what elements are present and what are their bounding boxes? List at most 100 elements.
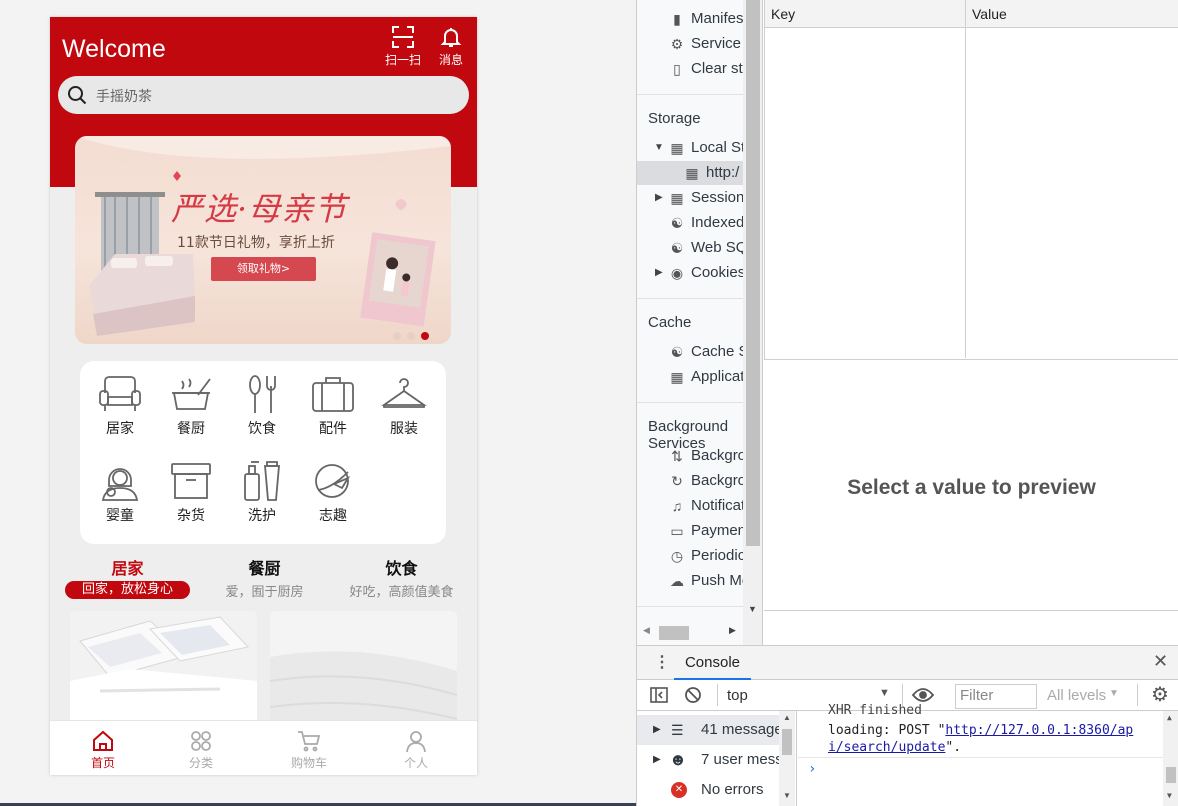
banner-gift-button[interactable]: 领取礼物> [211, 257, 316, 281]
sidebar-item-periodic-sync[interactable]: ◷ Periodic [637, 544, 743, 568]
scrollbar-thumb[interactable] [746, 0, 760, 546]
sidebar-item-local-storage[interactable]: ▼ ▦ Local Storage [637, 136, 743, 160]
tab-food[interactable]: 饮食 好吃，高颜值美食 [339, 555, 464, 600]
tab-home[interactable]: 居家 回家，放松身心 [65, 555, 190, 599]
filter-input[interactable]: Filter [955, 684, 1037, 709]
tabbar-home[interactable]: 首页 [50, 729, 156, 771]
expand-right-icon[interactable]: ▶ [655, 261, 663, 285]
expand-right-icon: ▶ [653, 724, 661, 735]
scroll-up-icon[interactable]: ▲ [783, 713, 791, 722]
scroll-down-icon[interactable]: ▼ [748, 604, 757, 614]
sidebar-item-origin[interactable]: ▦ http:/ [637, 161, 743, 185]
sidebar-item-push-messaging[interactable]: ☁ Push Messaging [637, 569, 743, 593]
log-levels-dropdown[interactable]: All levels [1047, 687, 1106, 704]
category-item[interactable]: 饮食 [227, 373, 297, 438]
sidebar-item-session-storage[interactable]: ▶ ▦ Session [637, 186, 743, 210]
console-scrollbar[interactable]: ▲ ▼ [1163, 711, 1178, 806]
sidebar-item-clear-storage[interactable]: ▯ Clear storage [637, 57, 743, 81]
category-item[interactable]: 居家 [85, 373, 155, 438]
document-icon: ▮ [673, 11, 681, 27]
sidebar-item-background-sync[interactable]: ↻ Background Sync [637, 469, 743, 493]
prompt-chevron-icon[interactable]: › [808, 761, 816, 777]
scrollbar-thumb[interactable] [782, 729, 792, 755]
category-item[interactable]: 餐厨 [156, 373, 226, 438]
sidebar-item-manifest[interactable]: ▮ Manifest [637, 7, 743, 31]
category-item[interactable]: 洗护 [227, 460, 297, 525]
log-suffix: ". [945, 740, 962, 755]
tabbar-profile[interactable]: 个人 [363, 729, 469, 771]
tabbar-category[interactable]: 分类 [148, 729, 254, 771]
sidebar-item-indexeddb[interactable]: ☯ IndexedDB [637, 211, 743, 235]
category-item[interactable]: 志趣 [298, 460, 368, 525]
close-icon[interactable]: ✕ [1153, 651, 1168, 672]
sidebar-item-payment-handler[interactable]: ▭ Payment Handler [637, 519, 743, 543]
table-icon: ▦ [670, 140, 684, 156]
category-item[interactable]: 婴童 [85, 460, 155, 525]
sidebar-item-web-sql[interactable]: ☯ Web SQL [637, 236, 743, 260]
scroll-up-icon[interactable]: ▲ [1167, 713, 1172, 722]
category-label: 配件 [319, 421, 347, 437]
sidebar-item-cookies[interactable]: ▶ ◉ Cookies [637, 261, 743, 285]
promo-banner[interactable]: 严选·母亲节 11款节日礼物，享折上折 领取礼物> [75, 136, 451, 344]
storage-table: Key Value [764, 0, 1178, 360]
sidebar-vertical-scrollbar[interactable]: ▼ [743, 0, 763, 645]
console-output: XHR finished loading: POST "http://127.0… [798, 703, 1178, 806]
sidebar-label: http:/ [706, 164, 740, 181]
scrollbar-thumb[interactable] [1166, 767, 1176, 783]
expand-right-icon: ▶ [653, 754, 661, 765]
message-button[interactable]: 消息 [431, 25, 471, 71]
scrollbar-thumb[interactable] [659, 626, 689, 640]
scan-button[interactable]: 扫一扫 [383, 25, 423, 71]
expand-down-icon[interactable]: ▼ [654, 136, 664, 160]
expand-right-icon[interactable]: ▶ [655, 186, 663, 210]
sidebar-item-cache-storage[interactable]: ☯ Cache Storage [637, 340, 743, 364]
sidebar-item-background-fetch[interactable]: ⇅ Background Fetch [637, 444, 743, 468]
eye-icon[interactable] [912, 687, 934, 703]
scroll-left-icon[interactable]: ◀ [643, 625, 650, 636]
console-group-messages[interactable]: ▶ ☰ 41 messages [637, 715, 779, 745]
grid-icon [191, 731, 211, 751]
column-divider[interactable] [965, 0, 966, 358]
bell-icon [440, 28, 462, 47]
sidebar-item-application-cache[interactable]: ▦ Application Cache [637, 365, 743, 389]
category-item[interactable]: 配件 [298, 373, 368, 438]
carousel-dot[interactable] [407, 332, 415, 340]
scroll-right-icon[interactable]: ▶ [729, 625, 736, 636]
dropdown-arrow-icon[interactable]: ▼ [1109, 688, 1119, 699]
carousel-dot-active[interactable] [421, 332, 429, 340]
tab-console[interactable]: Console [674, 646, 751, 680]
application-sidebar: ▮ Manifest ⚙ Service ▯ Clear storage Sto… [637, 0, 743, 645]
tabbar-label: 分类 [188, 756, 213, 770]
dropdown-arrow-icon[interactable]: ▼ [879, 687, 890, 699]
sidebar-label: Web SQL [691, 239, 743, 256]
column-header-value[interactable]: Value [972, 6, 1007, 22]
carousel-dots [393, 325, 435, 344]
gear-icon[interactable]: ⚙ [1151, 682, 1169, 707]
category-item[interactable]: 杂货 [156, 460, 226, 525]
tabbar-cart[interactable]: 购物车 [256, 729, 362, 771]
clear-console-icon[interactable] [684, 686, 702, 704]
scroll-down-icon[interactable]: ▼ [783, 791, 791, 800]
scroll-down-icon[interactable]: ▼ [1167, 791, 1172, 800]
sidebar-item-notifications[interactable]: ♫ Notifications [637, 494, 743, 518]
console-group-errors[interactable]: ✕ No errors [637, 775, 779, 805]
more-vertical-icon[interactable]: ⋮ [654, 652, 670, 672]
sidebar-label: Local Storage [691, 139, 743, 156]
sidebar-item-service-workers[interactable]: ⚙ Service [637, 32, 743, 56]
sidebar-label: Service [691, 35, 742, 52]
bottom-tabbar: 首页 分类 购物车 个人 [50, 720, 477, 775]
sidebar-toggle-icon[interactable] [650, 687, 668, 703]
tab-kitchen[interactable]: 餐厨 爱，囿于厨房 [202, 555, 327, 600]
banner-subtitle: 11款节日礼物，享折上折 [177, 235, 335, 251]
category-item[interactable]: 服装 [369, 373, 439, 438]
card-icon: ▭ [670, 523, 684, 539]
sync-icon: ↻ [671, 473, 683, 489]
sidebar-horizontal-scrollbar[interactable]: ◀ ▶ [637, 622, 743, 644]
console-group-user[interactable]: ▶ ☻ 7 user messages [637, 745, 779, 775]
column-header-key[interactable]: Key [771, 6, 795, 22]
carousel-dot[interactable] [393, 332, 401, 340]
section-heading: Cache [648, 314, 692, 331]
search-input[interactable]: 手摇奶茶 [58, 76, 469, 114]
console-sidebar-scrollbar[interactable]: ▲ ▼ [779, 711, 795, 806]
context-selector[interactable]: top [727, 687, 748, 704]
